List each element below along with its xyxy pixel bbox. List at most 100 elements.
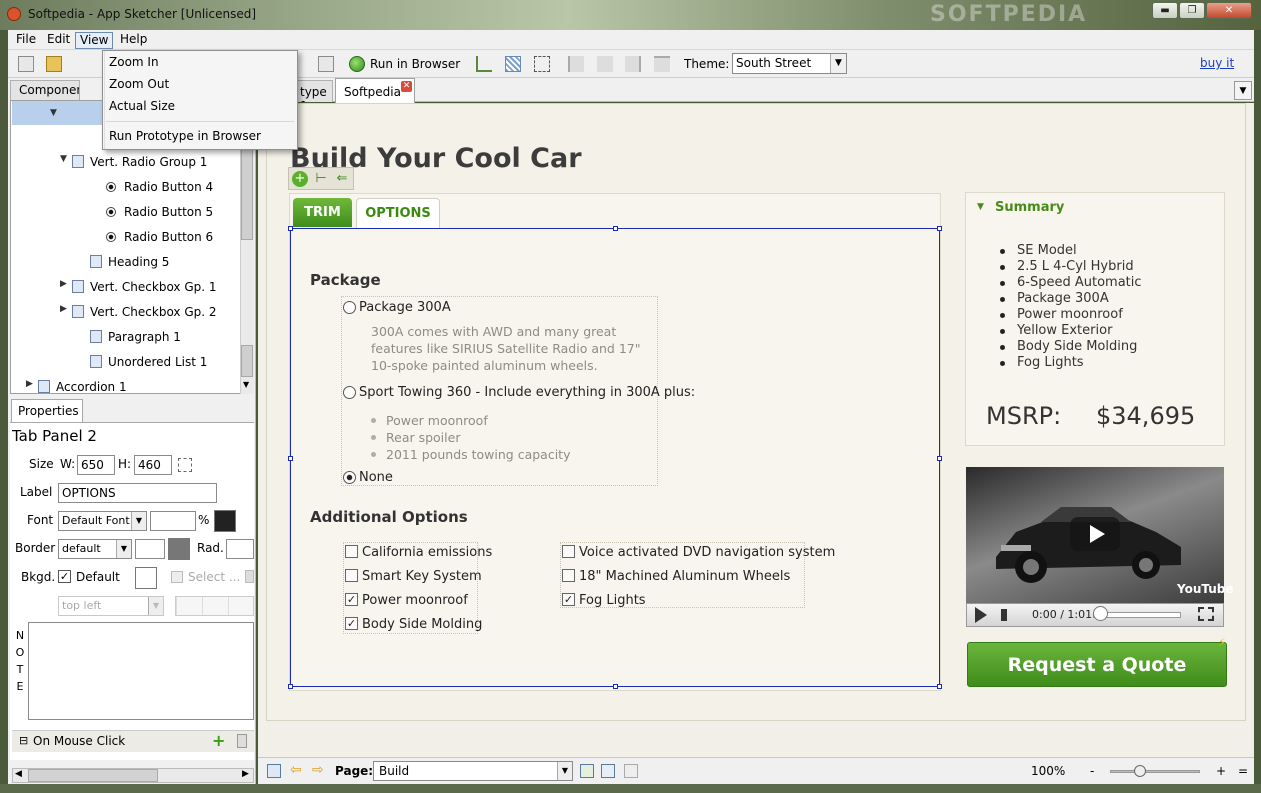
video-scrubber[interactable] — [1093, 606, 1108, 621]
menu-item-actual-size[interactable]: Actual Size — [109, 99, 175, 113]
width-input[interactable]: 650 — [77, 455, 115, 475]
tab-properties[interactable]: Properties — [11, 399, 83, 422]
tree-item[interactable]: Radio Button 6 — [12, 225, 240, 250]
delete-page-icon[interactable] — [624, 764, 638, 778]
request-quote-button[interactable]: Request a Quote — [967, 642, 1227, 687]
tree-icon[interactable]: ⊢ — [313, 171, 329, 187]
tree-item[interactable]: Unordered List 1 — [12, 350, 240, 375]
resize-handle[interactable] — [613, 226, 618, 231]
align-left-icon[interactable] — [568, 56, 584, 72]
add-icon[interactable]: + — [292, 171, 308, 187]
page-select[interactable]: Build ▼ — [373, 761, 573, 781]
border-select[interactable]: default ▼ — [58, 539, 132, 559]
select-image-button[interactable]: Select ... — [188, 570, 240, 584]
tab-prototype[interactable]: type 1 — [295, 80, 333, 102]
buy-it-link[interactable]: buy it — [1200, 56, 1234, 70]
border-color-swatch[interactable] — [168, 538, 190, 560]
resize-handle[interactable] — [937, 684, 942, 689]
tab-trim[interactable]: TRIM — [293, 198, 352, 227]
font-select[interactable]: Default Font ▼ — [58, 511, 147, 531]
font-color-swatch[interactable] — [214, 510, 236, 532]
resize-handle[interactable] — [613, 684, 618, 689]
run-in-browser-button[interactable]: Run in Browser — [370, 57, 460, 71]
close-tab-icon[interactable]: ✕ — [401, 81, 412, 92]
resize-handle[interactable] — [288, 684, 293, 689]
tree-item[interactable]: ▼ Vert. Radio Group 1 — [12, 150, 240, 175]
align-center-icon[interactable] — [597, 56, 613, 72]
duplicate-page-icon[interactable] — [601, 764, 615, 778]
tab-components[interactable]: Components — [10, 80, 80, 100]
zoom-slider-knob[interactable] — [1134, 765, 1146, 777]
menu-view[interactable]: View — [75, 32, 114, 49]
resize-handle[interactable] — [937, 456, 942, 461]
tree-item[interactable]: Radio Button 5 — [12, 200, 240, 225]
bkgd-position-select[interactable]: top left ▼ — [58, 596, 164, 616]
expand-icon[interactable]: ▶ — [26, 379, 33, 389]
zoom-out-button[interactable]: - — [1090, 764, 1094, 778]
home-icon[interactable] — [267, 764, 281, 778]
open-folder-icon[interactable] — [46, 56, 62, 72]
add-page-icon[interactable] — [580, 764, 594, 778]
tab-list-chevron-icon[interactable]: ▼ — [1234, 81, 1252, 100]
radius-input[interactable] — [226, 539, 254, 559]
trash-icon[interactable] — [237, 734, 247, 748]
menu-help[interactable]: Help — [116, 32, 151, 49]
menu-item-zoom-in[interactable]: Zoom In — [109, 55, 159, 69]
summary-toggle-icon[interactable]: ▼ — [977, 202, 984, 212]
resize-handle[interactable] — [288, 226, 293, 231]
grid-icon[interactable] — [505, 56, 521, 72]
tree-item[interactable]: ▶ Vert. Checkbox Gp. 2 — [12, 300, 240, 325]
volume-icon[interactable] — [1001, 609, 1019, 621]
align-top-icon[interactable] — [654, 56, 670, 72]
menu-item-run-prototype[interactable]: Run Prototype in Browser — [109, 129, 261, 143]
selection-box[interactable] — [290, 228, 940, 687]
menu-item-zoom-out[interactable]: Zoom Out — [109, 77, 169, 91]
align-right-icon[interactable] — [625, 56, 641, 72]
minimize-button[interactable]: ▬ — [1152, 2, 1178, 19]
tree-item[interactable]: Radio Button 4 — [12, 175, 240, 200]
font-size-input[interactable] — [150, 511, 196, 531]
resize-handle[interactable] — [937, 226, 942, 231]
export-icon[interactable] — [318, 56, 334, 72]
zoom-fit-button[interactable]: = — [1238, 764, 1248, 778]
tree-collapse-icon[interactable]: ▼ — [50, 108, 57, 118]
height-input[interactable]: 460 — [134, 455, 172, 475]
run-browser-icon[interactable] — [349, 56, 365, 72]
expand-icon[interactable]: ▶ — [60, 279, 67, 289]
tree-item[interactable]: ▶ Vert. Checkbox Gp. 1 — [12, 275, 240, 300]
zoom-slider[interactable] — [1110, 770, 1200, 773]
menu-edit[interactable]: Edit — [43, 32, 74, 49]
tab-options[interactable]: OPTIONS — [356, 198, 440, 228]
play-icon[interactable] — [975, 607, 987, 623]
resize-handle[interactable] — [288, 456, 293, 461]
label-input[interactable]: OPTIONS — [58, 483, 217, 503]
new-file-icon[interactable] — [18, 56, 34, 72]
menu-file[interactable]: File — [12, 32, 40, 49]
scroll-down-icon[interactable]: ▼ — [243, 380, 249, 389]
scroll-left-icon[interactable]: ◀ — [15, 769, 22, 779]
close-button[interactable]: ✕ — [1206, 2, 1252, 19]
tree-icon[interactable] — [476, 56, 492, 72]
tree-item[interactable]: Paragraph 1 — [12, 325, 240, 350]
fullscreen-icon[interactable] — [1198, 607, 1214, 621]
arrow-right-icon[interactable]: ⇨ — [312, 762, 324, 778]
collapse-icon[interactable]: ⊟ — [19, 734, 28, 747]
zoom-in-button[interactable]: + — [1216, 764, 1226, 778]
hscroll-thumb[interactable] — [28, 769, 158, 782]
resize-icon[interactable] — [178, 458, 192, 472]
scroll-right-icon[interactable]: ▶ — [242, 769, 249, 779]
tree-scroll-thumb-lower[interactable] — [241, 345, 253, 377]
bkgd-default-checkbox[interactable]: ✓ — [58, 570, 71, 583]
select-region-icon[interactable] — [534, 56, 550, 72]
theme-select[interactable]: South Street ▼ — [732, 53, 847, 74]
arrow-left-icon[interactable]: ⇦ — [290, 762, 302, 778]
maximize-button[interactable]: ❐ — [1179, 2, 1205, 19]
add-action-icon[interactable]: + — [212, 731, 225, 750]
note-textarea[interactable] — [28, 622, 254, 720]
mouse-click-section[interactable]: ⊟ On Mouse Click + — [12, 730, 254, 752]
collapse-icon[interactable]: ▼ — [60, 154, 67, 164]
expand-icon[interactable]: ▶ — [60, 304, 67, 314]
bkgd-repeat-buttons[interactable] — [175, 596, 254, 616]
tree-item[interactable]: ▶ Accordion 1 — [12, 375, 240, 400]
border-width-input[interactable] — [135, 539, 165, 559]
